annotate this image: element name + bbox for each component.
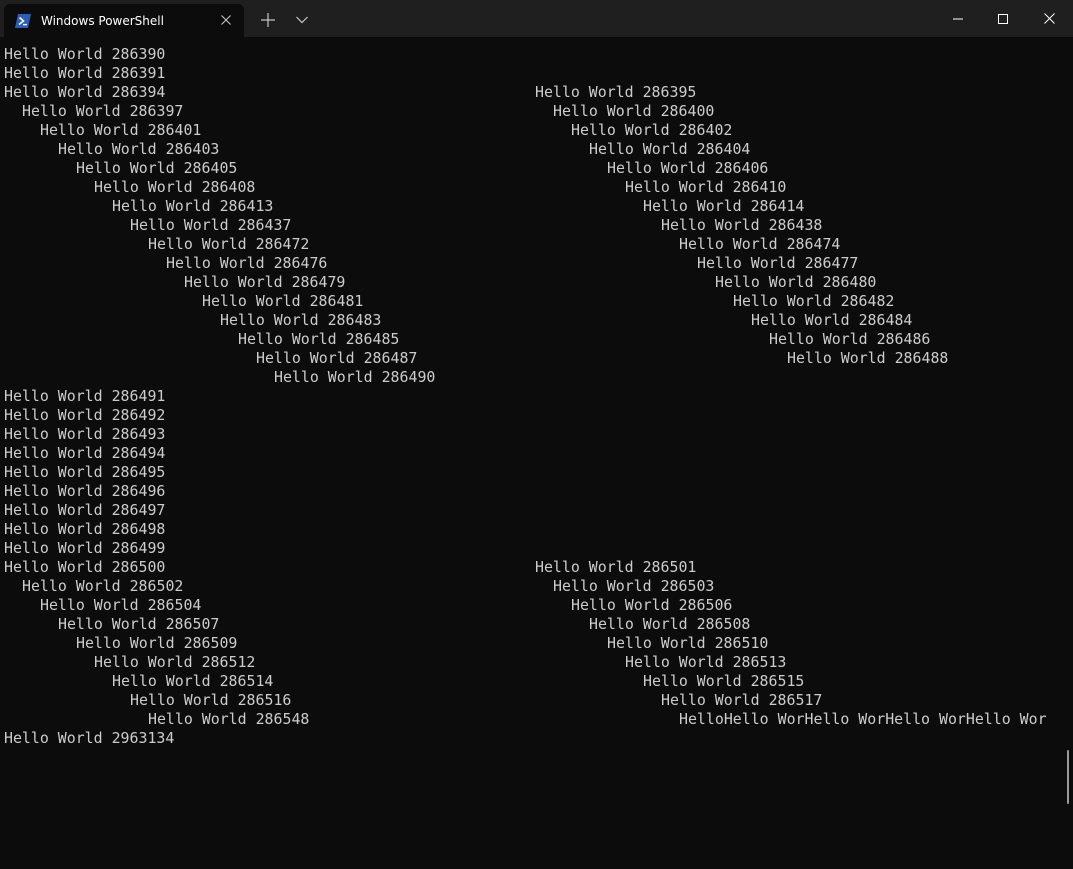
terminal-line: Hello World 286509 <box>76 634 238 652</box>
terminal-line: Hello World 286476 <box>166 254 328 272</box>
minimize-button[interactable] <box>935 0 981 37</box>
terminal-line: Hello World 286487 <box>256 349 418 367</box>
terminal-line: Hello World 286406 <box>607 159 769 177</box>
tab-windows-powershell[interactable]: Windows PowerShell <box>4 4 244 37</box>
terminal-line: Hello World 286496 <box>4 482 166 500</box>
terminal-line: Hello World 286484 <box>751 311 913 329</box>
terminal-line: Hello World 286500 <box>4 558 166 576</box>
terminal-line: Hello World 286506 <box>571 596 733 614</box>
terminal-line: Hello World 286482 <box>733 292 895 310</box>
terminal-line: Hello World 286410 <box>625 178 787 196</box>
terminal-line: Hello World 286437 <box>130 216 292 234</box>
close-icon <box>1043 13 1055 24</box>
minimize-icon <box>953 18 963 20</box>
terminal-line: Hello World 286474 <box>679 235 841 253</box>
terminal-line: Hello World 286414 <box>643 197 805 215</box>
terminal-line: Hello World 286483 <box>220 311 382 329</box>
terminal-line: Hello World 286413 <box>112 197 274 215</box>
terminal-line: Hello World 286397 <box>22 102 184 120</box>
terminal-line: Hello World 286507 <box>58 615 220 633</box>
terminal-line: Hello World 286490 <box>274 368 436 386</box>
terminal-line: Hello World 286477 <box>697 254 859 272</box>
terminal-line: Hello World 286394 <box>4 83 166 101</box>
terminal-line: Hello World 286438 <box>661 216 823 234</box>
terminal-line: Hello World 286495 <box>4 463 166 481</box>
tab-title: Windows PowerShell <box>41 14 164 28</box>
terminal-line: Hello World 286515 <box>643 672 805 690</box>
terminal-line: Hello World 286480 <box>715 273 877 291</box>
plus-icon <box>261 13 275 27</box>
terminal-line: Hello World 286502 <box>22 577 184 595</box>
chevron-down-icon <box>296 16 308 24</box>
new-tab-button[interactable] <box>254 8 282 32</box>
terminal-line: Hello World 286408 <box>94 178 256 196</box>
terminal-line: Hello World 286493 <box>4 425 166 443</box>
terminal-line: Hello World 286494 <box>4 444 166 462</box>
terminal-line: Hello World 286390 <box>4 45 166 63</box>
terminal-line: HelloHello WorHello WorHello WorHello Wo… <box>679 710 1047 728</box>
powershell-icon <box>15 13 31 28</box>
scrollbar-thumb[interactable] <box>1067 750 1069 804</box>
terminal-line: Hello World 286512 <box>94 653 256 671</box>
terminal-line: Hello World 286391 <box>4 64 166 82</box>
terminal-line: Hello World 286481 <box>202 292 364 310</box>
terminal-line: Hello World 286400 <box>553 102 715 120</box>
close-window-button[interactable] <box>1026 0 1072 37</box>
terminal-line: Hello World 286517 <box>661 691 823 709</box>
tab-dropdown-button[interactable] <box>288 8 316 32</box>
terminal-line: Hello World 2963134 <box>4 729 175 747</box>
terminal-line: Hello World 286395 <box>535 83 697 101</box>
terminal-line: Hello World 286497 <box>4 501 166 519</box>
terminal-line: Hello World 286514 <box>112 672 274 690</box>
terminal-line: Hello World 286491 <box>4 387 166 405</box>
maximize-button[interactable] <box>980 0 1026 37</box>
terminal-line: Hello World 286405 <box>76 159 238 177</box>
terminal-window: Windows PowerShell Hello World 286390 He… <box>0 0 1073 869</box>
terminal-line: Hello World 286516 <box>130 691 292 709</box>
terminal-line: Hello World 286503 <box>553 577 715 595</box>
terminal-line: Hello World 286504 <box>40 596 202 614</box>
terminal-line: Hello World 286404 <box>589 140 751 158</box>
terminal-line: Hello World 286508 <box>589 615 751 633</box>
terminal-line: Hello World 286479 <box>184 273 346 291</box>
terminal-line: Hello World 286486 <box>769 330 931 348</box>
terminal-line: Hello World 286492 <box>4 406 166 424</box>
terminal-line: Hello World 286402 <box>571 121 733 139</box>
terminal-line: Hello World 286485 <box>238 330 400 348</box>
terminal-line: Hello World 286403 <box>58 140 220 158</box>
terminal-output[interactable]: Hello World 286390 Hello World 286391 Hell… <box>0 45 1073 869</box>
tab-close-icon[interactable] <box>216 10 236 30</box>
terminal-line: Hello World 286498 <box>4 520 166 538</box>
title-bar[interactable]: Windows PowerShell <box>0 0 1073 37</box>
terminal-line: Hello World 286510 <box>607 634 769 652</box>
maximize-icon <box>998 13 1008 24</box>
terminal-line: Hello World 286488 <box>787 349 949 367</box>
terminal-line: Hello World 286401 <box>40 121 202 139</box>
terminal-line: Hello World 286499 <box>4 539 166 557</box>
terminal-line: Hello World 286548 <box>148 710 310 728</box>
terminal-line: Hello World 286501 <box>535 558 697 576</box>
terminal-line: Hello World 286472 <box>148 235 310 253</box>
terminal-line: Hello World 286513 <box>625 653 787 671</box>
